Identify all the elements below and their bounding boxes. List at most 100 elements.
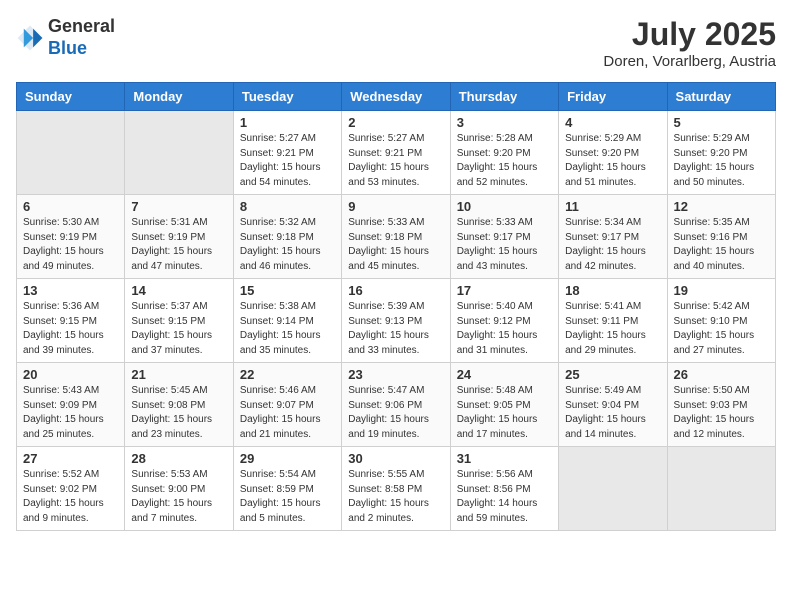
day-number: 14 [131, 283, 226, 298]
day-info: Sunrise: 5:28 AM Sunset: 9:20 PM Dayligh… [457, 132, 552, 190]
calendar-cell: 24 Sunrise: 5:48 AM Sunset: 9:05 PM Dayli… [450, 363, 558, 447]
day-info: Sunrise: 5:49 AM Sunset: 9:04 PM Dayligh… [565, 384, 660, 442]
day-number: 10 [457, 199, 552, 214]
day-info: Sunrise: 5:50 AM Sunset: 9:03 PM Dayligh… [674, 384, 769, 442]
title-block: July 2025 Doren, Vorarlberg, Austria [603, 16, 776, 70]
day-number: 9 [348, 199, 443, 214]
day-number: 25 [565, 367, 660, 382]
day-number: 2 [348, 115, 443, 130]
day-number: 24 [457, 367, 552, 382]
day-info: Sunrise: 5:41 AM Sunset: 9:11 PM Dayligh… [565, 300, 660, 358]
calendar-cell: 23 Sunrise: 5:47 AM Sunset: 9:06 PM Dayli… [342, 363, 450, 447]
day-info: Sunrise: 5:38 AM Sunset: 9:14 PM Dayligh… [240, 300, 335, 358]
day-info: Sunrise: 5:39 AM Sunset: 9:13 PM Dayligh… [348, 300, 443, 358]
day-info: Sunrise: 5:30 AM Sunset: 9:19 PM Dayligh… [23, 216, 118, 274]
calendar-cell: 26 Sunrise: 5:50 AM Sunset: 9:03 PM Dayli… [667, 363, 775, 447]
location: Doren, Vorarlberg, Austria [603, 53, 776, 70]
day-number: 17 [457, 283, 552, 298]
logo-text: General Blue [48, 16, 115, 59]
day-number: 1 [240, 115, 335, 130]
day-number: 22 [240, 367, 335, 382]
week-row-3: 13 Sunrise: 5:36 AM Sunset: 9:15 PM Dayli… [17, 279, 776, 363]
calendar-cell: 5Sunrise: 5:29 AM Sunset: 9:20 PM Daylig… [667, 111, 775, 195]
weekday-header-tuesday: Tuesday [233, 83, 341, 111]
calendar-cell: 22 Sunrise: 5:46 AM Sunset: 9:07 PM Dayli… [233, 363, 341, 447]
calendar-cell: 10 Sunrise: 5:33 AM Sunset: 9:17 PM Dayli… [450, 195, 558, 279]
day-number: 12 [674, 199, 769, 214]
day-number: 8 [240, 199, 335, 214]
day-info: Sunrise: 5:35 AM Sunset: 9:16 PM Dayligh… [674, 216, 769, 274]
day-number: 19 [674, 283, 769, 298]
weekday-header-friday: Friday [559, 83, 667, 111]
day-info: Sunrise: 5:27 AM Sunset: 9:21 PM Dayligh… [348, 132, 443, 190]
calendar-cell: 12 Sunrise: 5:35 AM Sunset: 9:16 PM Dayli… [667, 195, 775, 279]
calendar-cell [17, 111, 125, 195]
calendar-cell: 25 Sunrise: 5:49 AM Sunset: 9:04 PM Dayli… [559, 363, 667, 447]
month-year: July 2025 [603, 16, 776, 53]
day-number: 28 [131, 451, 226, 466]
day-info: Sunrise: 5:42 AM Sunset: 9:10 PM Dayligh… [674, 300, 769, 358]
day-number: 23 [348, 367, 443, 382]
week-row-4: 20 Sunrise: 5:43 AM Sunset: 9:09 PM Dayli… [17, 363, 776, 447]
day-info: Sunrise: 5:29 AM Sunset: 9:20 PM Dayligh… [674, 132, 769, 190]
week-row-5: 27Sunrise: 5:52 AM Sunset: 9:02 PM Dayli… [17, 447, 776, 531]
calendar-cell: 9 Sunrise: 5:33 AM Sunset: 9:18 PM Daylig… [342, 195, 450, 279]
calendar-cell: 20 Sunrise: 5:43 AM Sunset: 9:09 PM Dayli… [17, 363, 125, 447]
calendar-cell [667, 447, 775, 531]
logo: General Blue [16, 16, 115, 59]
calendar-cell: 28 Sunrise: 5:53 AM Sunset: 9:00 PM Dayli… [125, 447, 233, 531]
logo-icon [16, 24, 44, 52]
day-info: Sunrise: 5:36 AM Sunset: 9:15 PM Dayligh… [23, 300, 118, 358]
calendar-cell: 2 Sunrise: 5:27 AM Sunset: 9:21 PM Daylig… [342, 111, 450, 195]
calendar-cell: 3Sunrise: 5:28 AM Sunset: 9:20 PM Daylig… [450, 111, 558, 195]
day-info: Sunrise: 5:48 AM Sunset: 9:05 PM Dayligh… [457, 384, 552, 442]
calendar-cell: 19 Sunrise: 5:42 AM Sunset: 9:10 PM Dayli… [667, 279, 775, 363]
day-info: Sunrise: 5:46 AM Sunset: 9:07 PM Dayligh… [240, 384, 335, 442]
calendar-cell: 29 Sunrise: 5:54 AM Sunset: 8:59 PM Dayli… [233, 447, 341, 531]
day-info: Sunrise: 5:33 AM Sunset: 9:17 PM Dayligh… [457, 216, 552, 274]
day-info: Sunrise: 5:34 AM Sunset: 9:17 PM Dayligh… [565, 216, 660, 274]
day-number: 15 [240, 283, 335, 298]
weekday-header-thursday: Thursday [450, 83, 558, 111]
day-info: Sunrise: 5:53 AM Sunset: 9:00 PM Dayligh… [131, 468, 226, 526]
calendar-cell: 13 Sunrise: 5:36 AM Sunset: 9:15 PM Dayli… [17, 279, 125, 363]
day-info: Sunrise: 5:54 AM Sunset: 8:59 PM Dayligh… [240, 468, 335, 526]
calendar-cell: 4Sunrise: 5:29 AM Sunset: 9:20 PM Daylig… [559, 111, 667, 195]
week-row-2: 6 Sunrise: 5:30 AM Sunset: 9:19 PM Daylig… [17, 195, 776, 279]
weekday-header-row: SundayMondayTuesdayWednesdayThursdayFrid… [17, 83, 776, 111]
calendar-cell: 1 Sunrise: 5:27 AM Sunset: 9:21 PM Daylig… [233, 111, 341, 195]
day-number: 7 [131, 199, 226, 214]
calendar-cell [125, 111, 233, 195]
calendar-cell: 30Sunrise: 5:55 AM Sunset: 8:58 PM Dayli… [342, 447, 450, 531]
day-info: Sunrise: 5:47 AM Sunset: 9:06 PM Dayligh… [348, 384, 443, 442]
weekday-header-sunday: Sunday [17, 83, 125, 111]
day-number: 31 [457, 451, 552, 466]
day-number: 26 [674, 367, 769, 382]
calendar-cell: 8Sunrise: 5:32 AM Sunset: 9:18 PM Daylig… [233, 195, 341, 279]
weekday-header-saturday: Saturday [667, 83, 775, 111]
day-number: 4 [565, 115, 660, 130]
calendar-cell [559, 447, 667, 531]
day-number: 30 [348, 451, 443, 466]
day-info: Sunrise: 5:43 AM Sunset: 9:09 PM Dayligh… [23, 384, 118, 442]
calendar-cell: 17 Sunrise: 5:40 AM Sunset: 9:12 PM Dayli… [450, 279, 558, 363]
day-number: 13 [23, 283, 118, 298]
weekday-header-wednesday: Wednesday [342, 83, 450, 111]
calendar-cell: 11 Sunrise: 5:34 AM Sunset: 9:17 PM Dayli… [559, 195, 667, 279]
week-row-1: 1 Sunrise: 5:27 AM Sunset: 9:21 PM Daylig… [17, 111, 776, 195]
day-number: 29 [240, 451, 335, 466]
calendar-cell: 31Sunrise: 5:56 AM Sunset: 8:56 PM Dayli… [450, 447, 558, 531]
day-number: 21 [131, 367, 226, 382]
day-number: 20 [23, 367, 118, 382]
calendar-table: SundayMondayTuesdayWednesdayThursdayFrid… [16, 82, 776, 531]
calendar-cell: 14Sunrise: 5:37 AM Sunset: 9:15 PM Dayli… [125, 279, 233, 363]
calendar-cell: 6 Sunrise: 5:30 AM Sunset: 9:19 PM Daylig… [17, 195, 125, 279]
day-number: 6 [23, 199, 118, 214]
day-info: Sunrise: 5:40 AM Sunset: 9:12 PM Dayligh… [457, 300, 552, 358]
day-info: Sunrise: 5:27 AM Sunset: 9:21 PM Dayligh… [240, 132, 335, 190]
day-number: 11 [565, 199, 660, 214]
calendar-cell: 27Sunrise: 5:52 AM Sunset: 9:02 PM Dayli… [17, 447, 125, 531]
day-number: 18 [565, 283, 660, 298]
day-info: Sunrise: 5:33 AM Sunset: 9:18 PM Dayligh… [348, 216, 443, 274]
day-number: 16 [348, 283, 443, 298]
